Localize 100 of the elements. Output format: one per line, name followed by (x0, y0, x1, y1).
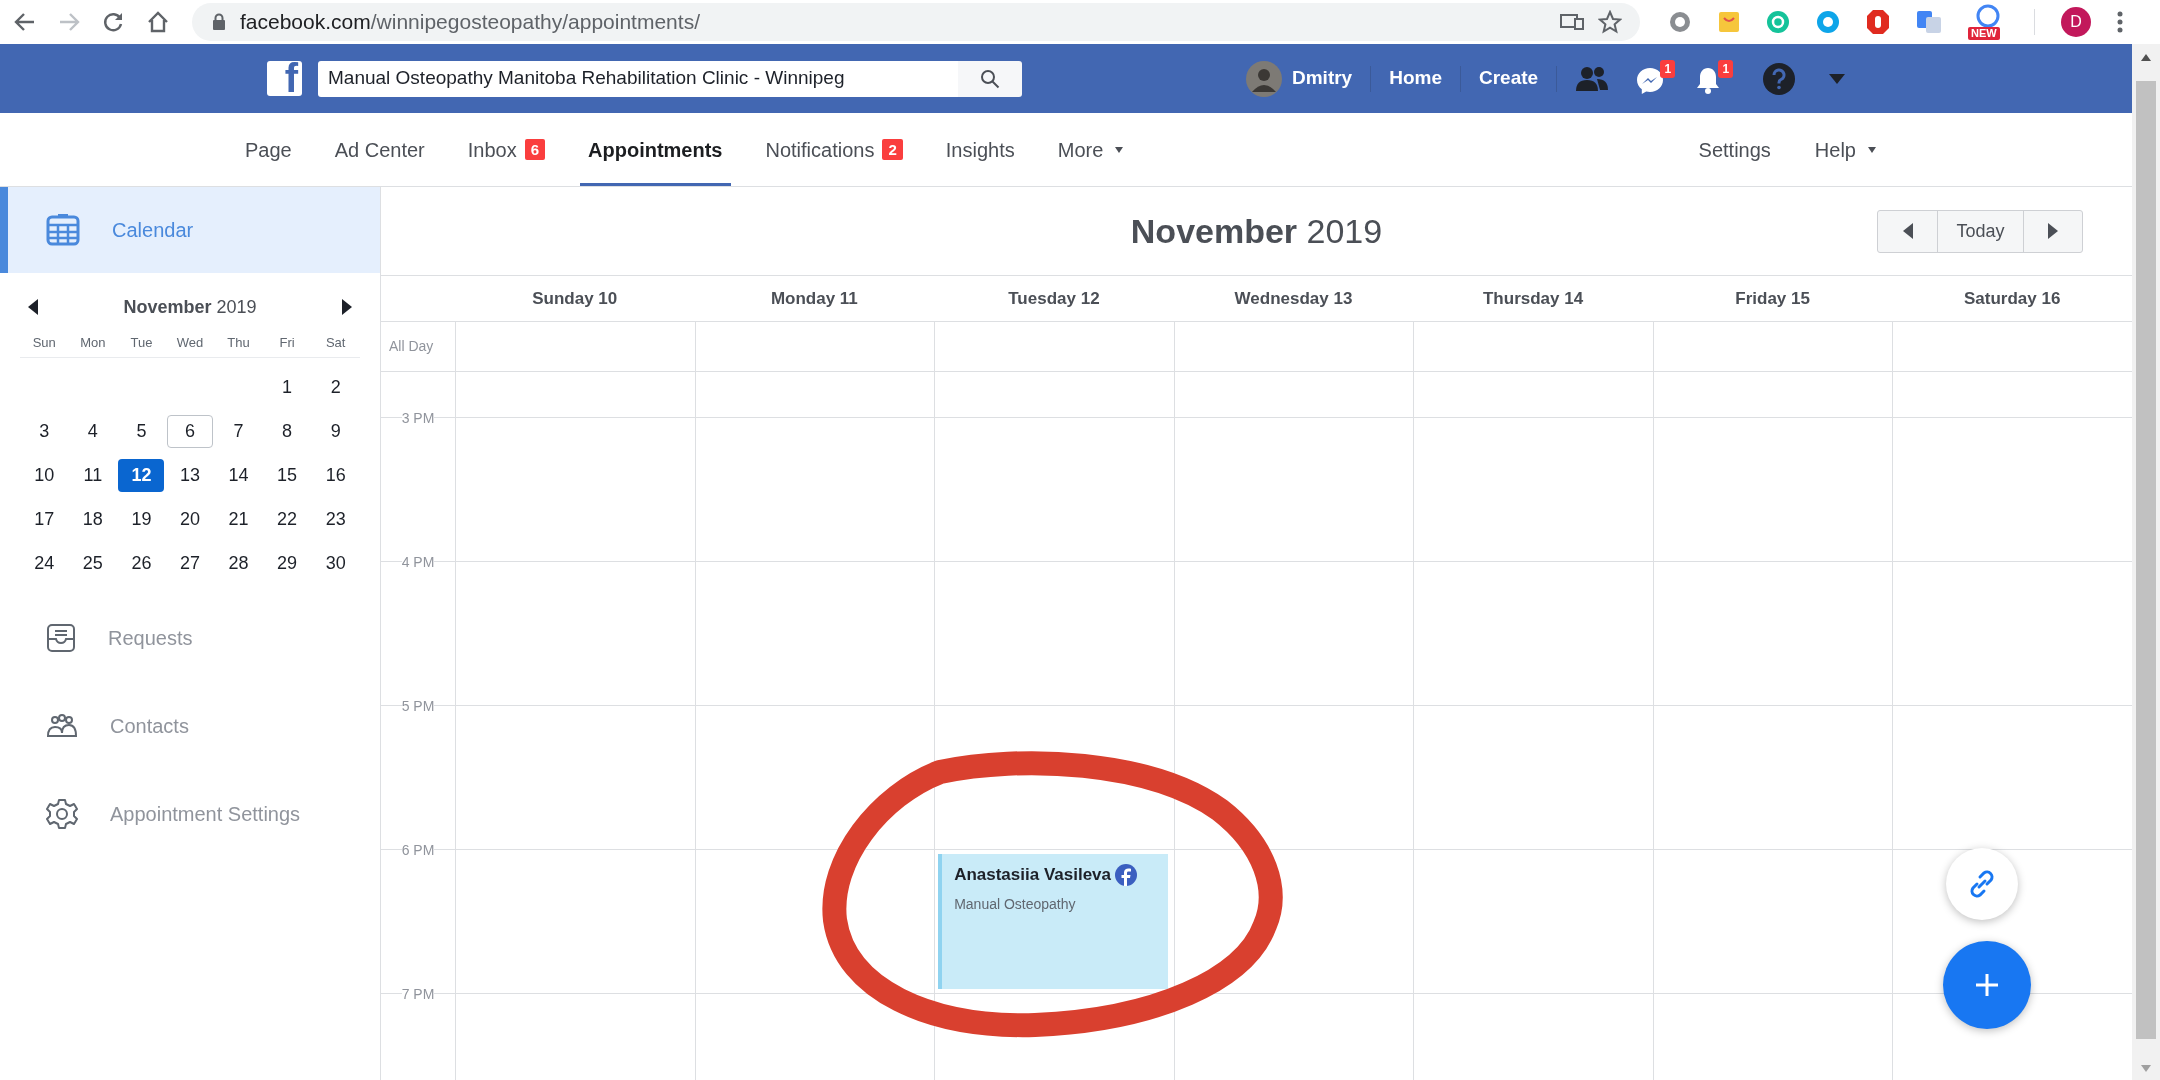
calendar-day[interactable]: 14 (215, 458, 262, 492)
nav-tab[interactable]: Inbox 6 (459, 113, 554, 186)
calendar-day[interactable]: 7 (215, 414, 262, 448)
nav-link[interactable]: Settings (1698, 134, 1771, 165)
weekday-label: Sun (31, 334, 57, 352)
link-button[interactable] (1946, 848, 2018, 920)
calendar-day[interactable]: 11 (69, 458, 116, 492)
facebook-icon (1115, 863, 1138, 886)
day-header: Thursday 14 (1483, 287, 1584, 310)
calendar-day[interactable]: 3 (21, 414, 68, 448)
scrollbar-thumb[interactable] (2136, 81, 2156, 1039)
weekday-label: Tue (129, 334, 154, 352)
calendar-day[interactable]: 21 (215, 502, 262, 536)
weekday-label: Wed (175, 334, 205, 352)
help-icon[interactable] (1763, 62, 1796, 95)
caret-icon[interactable] (1829, 73, 1846, 84)
next-icon[interactable] (342, 299, 352, 315)
people-icon (46, 712, 78, 740)
calendar-day[interactable]: 27 (167, 546, 213, 580)
appointment-title: Anastasiia Vasileva (954, 864, 1112, 886)
lock-icon (212, 13, 226, 31)
calendar-day[interactable]: 24 (21, 546, 68, 580)
extension-icon[interactable] (1718, 10, 1740, 34)
star-icon[interactable] (1598, 10, 1622, 34)
hand-icon[interactable] (1866, 9, 1890, 35)
extension-icon[interactable] (1816, 10, 1840, 34)
nav-tab[interactable]: Ad Center (326, 113, 433, 186)
user-avatar[interactable] (1246, 60, 1282, 97)
calendar-day[interactable]: 17 (21, 502, 68, 536)
nav-tab[interactable]: Page (237, 113, 300, 186)
friends-icon[interactable] (1575, 65, 1610, 92)
plus-icon (1975, 973, 1999, 997)
notification-badge: 1 (1660, 59, 1676, 78)
back-icon[interactable] (14, 12, 36, 32)
appointment-card[interactable]: Anastasiia Vasileva Manual Osteopathy (938, 854, 1168, 989)
calendar-icon (46, 214, 80, 246)
nav-link[interactable]: Help (1814, 134, 1876, 165)
scrollbar[interactable] (2132, 44, 2160, 1080)
nav-link[interactable]: Create (1479, 64, 1539, 93)
inbox-tray-icon (46, 623, 76, 653)
calendar-title: November 2019 (1130, 210, 1383, 252)
search-icon (980, 68, 1000, 89)
nav-tab[interactable]: Appointments (580, 113, 731, 186)
new-badge: NEW (1968, 27, 2000, 40)
add-button[interactable] (1943, 941, 2031, 1029)
scroll-up-icon[interactable] (2141, 54, 2151, 61)
translate-icon[interactable] (1916, 10, 1942, 34)
calendar-day[interactable]: 22 (264, 502, 311, 536)
weekday-label: Thu (226, 334, 251, 352)
menu-icon[interactable] (2117, 11, 2123, 33)
calendar-day[interactable]: 23 (312, 502, 359, 536)
search-field[interactable]: Manual Osteopathy Manitoba Rehabilitation Clinic - Winnipeg (318, 60, 958, 97)
calendar-day[interactable]: 5 (118, 414, 165, 448)
calendar-day[interactable]: 20 (167, 502, 213, 536)
calendar-day[interactable]: 2 (312, 370, 359, 404)
calendar-day[interactable]: 1 (264, 370, 311, 404)
calendar-day[interactable]: 12 (118, 458, 165, 492)
day-header: Monday 11 (770, 287, 858, 310)
cast-icon[interactable] (1560, 13, 1584, 31)
profile-avatar[interactable]: D (2061, 7, 2091, 37)
calendar-day[interactable]: 30 (312, 546, 359, 580)
notification-badge: 1 (1718, 59, 1734, 78)
user-name-link[interactable]: Dmitry (1292, 64, 1353, 93)
calendar-day[interactable]: 26 (118, 546, 165, 580)
nav-link[interactable]: Home (1389, 64, 1442, 93)
day-header: Sunday 10 (532, 287, 618, 310)
search-button[interactable] (958, 60, 1022, 97)
calendar-day[interactable]: 18 (69, 502, 116, 536)
count-badge: 2 (882, 139, 903, 160)
calendar-day[interactable]: 4 (69, 414, 116, 448)
nav-tab[interactable]: Insights (937, 113, 1023, 186)
count-badge: 6 (524, 139, 546, 160)
logo[interactable]: f (267, 61, 302, 96)
previous-icon[interactable] (28, 299, 38, 315)
weekday-label: Mon (79, 334, 107, 352)
all-day-label: All Day (389, 337, 434, 356)
extension-icon[interactable] (1975, 4, 2001, 28)
calendar-day[interactable]: 19 (118, 502, 165, 536)
settings-icon (46, 798, 78, 830)
reload-icon[interactable] (102, 11, 124, 33)
calendar-day[interactable]: 29 (264, 546, 311, 580)
nav-tab[interactable]: Notifications 2 (757, 113, 911, 186)
calendar-day[interactable]: 6 (167, 414, 213, 448)
appointment-service: Manual Osteopathy (954, 894, 1077, 914)
day-header: Friday 15 (1735, 287, 1810, 310)
next-icon (2048, 223, 2058, 239)
calendar-day[interactable]: 28 (215, 546, 262, 580)
calendar-day[interactable]: 16 (312, 458, 359, 492)
calendar-day[interactable]: 13 (167, 458, 213, 492)
calendar-day[interactable]: 9 (312, 414, 359, 448)
day-header: Tuesday 12 (1008, 287, 1100, 310)
nav-tab[interactable]: More (1049, 113, 1132, 186)
messenger-icon[interactable] (1635, 65, 1666, 96)
address-bar[interactable]: facebook.com/winnipegosteopathy/appointments/ (192, 3, 1640, 41)
home-icon[interactable] (146, 11, 170, 33)
calendar-day[interactable]: 8 (264, 414, 311, 448)
calendar-day[interactable]: 10 (21, 458, 68, 492)
extension-icon[interactable] (1668, 10, 1692, 34)
calendar-day[interactable]: 25 (69, 546, 116, 580)
calendar-day[interactable]: 15 (264, 458, 311, 492)
